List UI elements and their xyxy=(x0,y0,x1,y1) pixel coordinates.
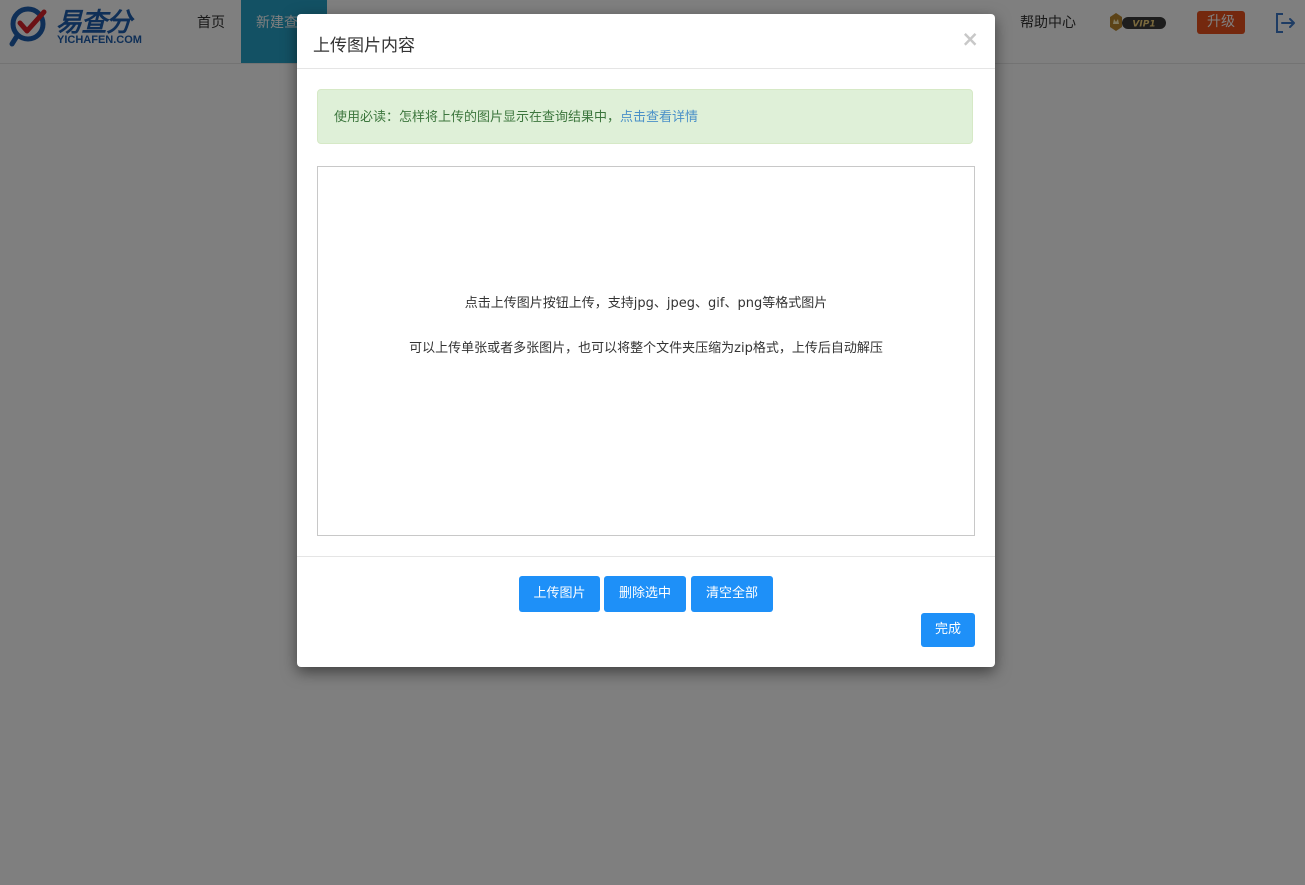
page: 易查分 YICHAFEN.COM 首页 新建查询 帮助中心 VIP1 升级 上传… xyxy=(0,0,1305,885)
upload-hint-zip: 可以上传单张或者多张图片，也可以将整个文件夹压缩为zip格式，上传后自动解压 xyxy=(409,341,883,356)
done-button[interactable]: 完成 xyxy=(921,613,975,647)
close-icon[interactable]: × xyxy=(961,27,979,51)
upload-image-button[interactable]: 上传图片 xyxy=(519,576,600,612)
view-details-link[interactable]: 点击查看详情 xyxy=(620,110,698,125)
modal-title: 上传图片内容 xyxy=(313,36,415,56)
delete-selected-button[interactable]: 删除选中 xyxy=(604,576,686,612)
clear-all-button[interactable]: 清空全部 xyxy=(691,576,773,612)
modal-header: 上传图片内容 × xyxy=(297,14,995,69)
modal-footer-divider xyxy=(297,556,995,557)
image-upload-area[interactable]: 点击上传图片按钮上传，支持jpg、jpeg、gif、png等格式图片 可以上传单… xyxy=(317,166,975,536)
upload-image-modal: 上传图片内容 × 使用必读：怎样将上传的图片显示在查询结果中，点击查看详情 点击… xyxy=(297,14,995,667)
usage-notice-alert: 使用必读：怎样将上传的图片显示在查询结果中，点击查看详情 xyxy=(317,89,973,144)
alert-text: 使用必读：怎样将上传的图片显示在查询结果中， xyxy=(334,110,621,125)
upload-hint-formats: 点击上传图片按钮上传，支持jpg、jpeg、gif、png等格式图片 xyxy=(464,296,828,311)
